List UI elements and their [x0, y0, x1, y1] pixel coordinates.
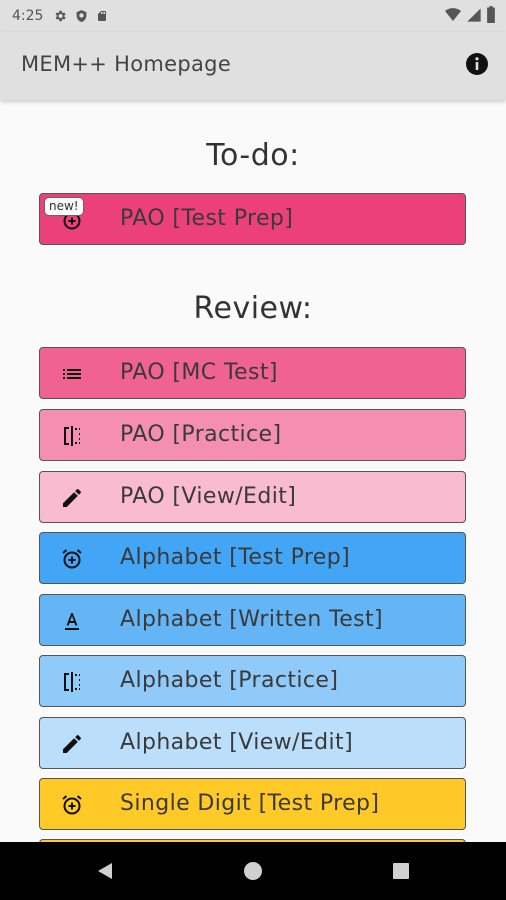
review-item-single-digit-test-prep[interactable]: Single Digit [Test Prep] [39, 778, 466, 830]
app-bar: MEM++ Homepage [0, 32, 506, 100]
flip-icon [64, 426, 80, 446]
todo-item-pao-test-prep[interactable]: new! PAO [Test Prep] [39, 193, 466, 245]
review-item-pao-practice[interactable]: PAO [Practice] [39, 409, 466, 461]
review-item-label: Alphabet [Practice] [120, 668, 339, 693]
pencil-icon [63, 735, 81, 753]
app-title: MEM++ Homepage [21, 52, 232, 76]
review-item-label: PAO [Practice] [120, 422, 282, 447]
review-item-label: PAO [View/Edit] [120, 484, 297, 509]
review-item-alphabet-written-test[interactable]: Alphabet [Written Test] [39, 594, 466, 646]
flip-icon [64, 672, 80, 692]
alarm-add-icon [62, 795, 82, 815]
review-item-label: Alphabet [Written Test] [120, 607, 384, 632]
review-item-label: PAO [MC Test] [120, 360, 278, 385]
alarm-add-icon [62, 549, 82, 569]
shield-icon [77, 10, 87, 22]
text-format-icon [65, 613, 79, 630]
review-item-label: Single Digit [Test Prep] [120, 791, 380, 816]
gear-icon [56, 10, 67, 22]
cell-signal-icon [467, 7, 481, 22]
review-heading: Review: [193, 291, 313, 326]
recents-square-icon[interactable] [391, 861, 411, 881]
status-time: 4:25 [12, 8, 44, 24]
new-badge: new! [44, 197, 84, 216]
sd-card-icon [98, 11, 107, 21]
todo-heading: To-do: [206, 138, 300, 173]
review-item-label: Alphabet [View/Edit] [120, 730, 354, 755]
battery-icon [487, 6, 495, 23]
review-item-pao-mc-test[interactable]: PAO [MC Test] [39, 347, 466, 399]
review-item-pao-view-edit[interactable]: PAO [View/Edit] [39, 471, 466, 523]
info-icon[interactable] [465, 52, 489, 76]
home-circle-icon[interactable] [243, 861, 263, 881]
wifi-icon [445, 7, 461, 21]
list-icon [63, 369, 81, 379]
review-item-alphabet-view-edit[interactable]: Alphabet [View/Edit] [39, 717, 466, 769]
back-triangle-icon[interactable] [95, 861, 115, 881]
system-nav-bar [0, 842, 506, 900]
review-item-alphabet-test-prep[interactable]: Alphabet [Test Prep] [39, 532, 466, 584]
todo-item-label: PAO [Test Prep] [120, 206, 294, 231]
main-content: To-do: new! PAO [Test Prep] Review: PAO … [0, 100, 506, 842]
status-bar: 4:25 [0, 0, 506, 32]
review-item-label: Alphabet [Test Prep] [120, 545, 351, 570]
review-item-alphabet-practice[interactable]: Alphabet [Practice] [39, 655, 466, 707]
pencil-icon [63, 489, 81, 507]
